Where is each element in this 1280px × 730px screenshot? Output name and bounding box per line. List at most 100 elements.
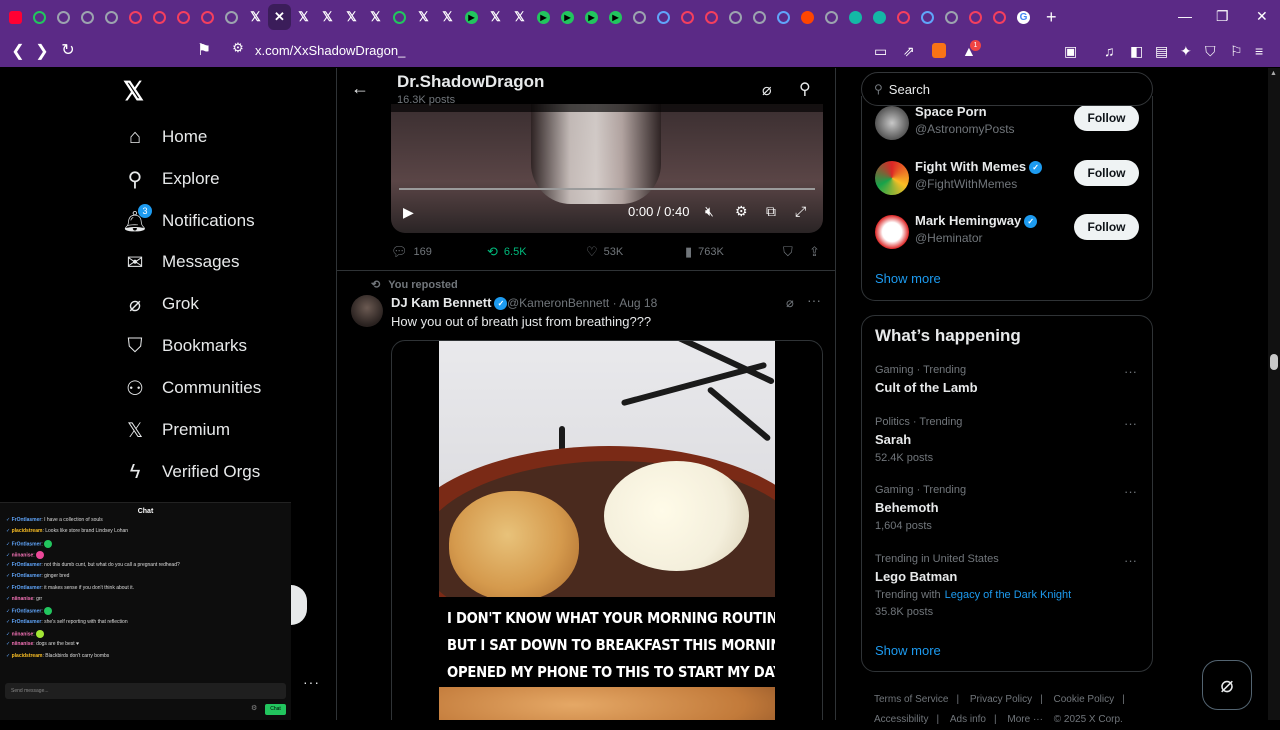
avatar[interactable] xyxy=(351,295,383,327)
scroll-up-arrow-icon[interactable]: ▲ xyxy=(1270,70,1277,77)
grok-floating-button[interactable]: ⌀ xyxy=(1202,660,1252,710)
maximize-button[interactable]: ❐ xyxy=(1216,8,1229,25)
search-box[interactable]: ⚲ xyxy=(861,72,1153,106)
browser-tab[interactable]: ▶ xyxy=(532,4,555,30)
browser-tab[interactable] xyxy=(628,4,651,30)
browser-tab[interactable]: ▶ xyxy=(580,4,603,30)
nav-premium[interactable]: 𝕏 Premium xyxy=(122,414,230,446)
profile-flag-icon[interactable]: ⚐ xyxy=(1230,43,1243,60)
follow-button[interactable]: Follow xyxy=(1074,160,1139,186)
extensions-icon[interactable]: ▣ xyxy=(1064,43,1077,60)
chat-input[interactable]: Send message... xyxy=(5,683,286,699)
browser-tab[interactable]: 𝕏 xyxy=(436,4,459,30)
trend-item[interactable]: Gaming · Trending Behemoth 1,604 posts ·… xyxy=(875,484,1145,532)
browser-tab[interactable] xyxy=(724,4,747,30)
browser-tab[interactable] xyxy=(28,4,51,30)
new-tab-button[interactable]: + xyxy=(1046,7,1057,28)
browser-tab[interactable] xyxy=(844,4,867,30)
trend-item[interactable]: Gaming · Trending Cult of the Lamb ··· xyxy=(875,364,1145,395)
post-button[interactable] xyxy=(291,585,307,625)
browser-tab[interactable] xyxy=(964,4,987,30)
media-icon[interactable]: ♫ xyxy=(1104,43,1115,59)
browser-tab[interactable] xyxy=(220,4,243,30)
show-more-link[interactable]: Show more xyxy=(875,643,941,658)
bookmark-button[interactable]: ⛉ xyxy=(783,244,799,260)
nav-grok[interactable]: ⌀ Grok xyxy=(122,288,199,320)
browser-tab[interactable] xyxy=(676,4,699,30)
close-window-button[interactable]: ✕ xyxy=(1256,8,1268,25)
nav-home[interactable]: ⌂ Home xyxy=(122,121,207,153)
browser-tab[interactable] xyxy=(52,4,75,30)
browser-tab[interactable]: 𝕏 xyxy=(364,4,387,30)
site-info-icon[interactable]: ⚙ xyxy=(226,40,250,56)
views-button[interactable]: ▮ 763K xyxy=(685,244,724,260)
like-button[interactable]: ♡ 53K xyxy=(586,244,623,260)
browser-tab[interactable] xyxy=(388,4,411,30)
more-icon[interactable]: ··· xyxy=(1124,553,1137,568)
browser-tab[interactable]: ▶ xyxy=(604,4,627,30)
browser-tab[interactable]: 𝕏 xyxy=(316,4,339,30)
browser-tab[interactable] xyxy=(796,4,819,30)
x-logo-icon[interactable]: 𝕏 xyxy=(123,76,144,107)
share-icon[interactable]: ⇗ xyxy=(903,43,915,60)
chat-username[interactable]: placidstream xyxy=(12,528,43,534)
nav-verified-orgs[interactable]: ϟ Verified Orgs xyxy=(122,456,261,488)
minimize-button[interactable]: — xyxy=(1178,8,1192,24)
footer-cookie-link[interactable]: Cookie Policy xyxy=(1054,694,1115,705)
browser-tab[interactable] xyxy=(196,4,219,30)
browser-tab[interactable] xyxy=(868,4,891,30)
browser-tab[interactable] xyxy=(148,4,171,30)
chat-username[interactable]: FrOntlasmer xyxy=(12,541,42,547)
nav-communities[interactable]: ⚇ Communities xyxy=(122,372,261,404)
browser-tab[interactable] xyxy=(820,4,843,30)
fullscreen-icon[interactable]: ⤢ xyxy=(795,203,806,220)
follow-row[interactable]: Mark Hemingway ✓ @Heminator Follow xyxy=(862,211,1152,251)
search-input[interactable] xyxy=(888,81,1129,97)
browser-tab[interactable] xyxy=(892,4,915,30)
browser-tab[interactable] xyxy=(652,4,675,30)
reply-button[interactable]: 💬︎ 169 xyxy=(391,244,432,260)
chat-username[interactable]: FrOntlasmer xyxy=(12,585,42,591)
browser-tab[interactable]: 𝕏 xyxy=(508,4,531,30)
repost-button[interactable]: ⟲ 6.5K xyxy=(487,244,527,260)
footer-terms-link[interactable]: Terms of Service xyxy=(874,694,948,705)
wallet-icon[interactable]: ▤ xyxy=(1155,43,1168,60)
bookmark-page-icon[interactable]: ⚑ xyxy=(192,40,216,60)
play-icon[interactable]: ▶ xyxy=(403,204,414,221)
browser-tab[interactable]: ▶ xyxy=(556,4,579,30)
browser-tab[interactable]: 𝕏 xyxy=(292,4,315,30)
url-field[interactable]: x.com/XxShadowDragon_ xyxy=(255,43,405,58)
trend-item[interactable]: Trending in United States Lego Batman Tr… xyxy=(875,553,1145,618)
forward-icon[interactable]: ❯ xyxy=(30,41,54,61)
trend-item[interactable]: Politics · Trending Sarah 52.4K posts ··… xyxy=(875,416,1145,464)
browser-tab[interactable] xyxy=(916,4,939,30)
more-icon[interactable]: ··· xyxy=(807,292,821,308)
browser-tab[interactable] xyxy=(940,4,963,30)
browser-tab[interactable]: 𝕏 xyxy=(340,4,363,30)
browser-tab[interactable] xyxy=(772,4,795,30)
browser-tab[interactable] xyxy=(988,4,1011,30)
account-more-icon[interactable]: ··· xyxy=(303,674,320,690)
settings-icon[interactable]: ⚙ xyxy=(735,203,748,220)
browser-tab[interactable] xyxy=(172,4,195,30)
follow-row[interactable]: Space Porn @AstronomyPosts Follow xyxy=(862,102,1152,142)
chat-username[interactable]: FrOntlasmer xyxy=(12,609,42,615)
chat-username[interactable]: FrOntlasmer xyxy=(12,562,42,568)
nav-explore[interactable]: ⚲ Explore xyxy=(122,163,220,195)
share-button[interactable]: ⇪ xyxy=(809,244,826,260)
sidebar-icon[interactable]: ◧ xyxy=(1130,43,1143,60)
browser-tab[interactable] xyxy=(124,4,147,30)
follow-row[interactable]: Fight With Memes ✓ @FightWithMemes Follow xyxy=(862,157,1152,197)
footer-privacy-link[interactable]: Privacy Policy xyxy=(970,694,1032,705)
menu-icon[interactable]: ≡ xyxy=(1255,43,1263,59)
chat-username[interactable]: placidstream xyxy=(12,653,43,659)
close-tab-icon[interactable]: ✕ xyxy=(273,9,286,24)
more-icon[interactable]: ··· xyxy=(1124,416,1137,431)
post-media[interactable]: I DON'T KNOW WHAT YOUR MORNING ROUTINE I… xyxy=(391,340,823,720)
leo-ai-icon[interactable]: ✦ xyxy=(1180,43,1192,60)
chat-username[interactable]: FrOntlasmer xyxy=(12,573,42,579)
reload-icon[interactable]: ↻ xyxy=(56,40,80,60)
picture-in-picture-icon[interactable]: ⧉ xyxy=(766,203,776,220)
author-handle[interactable]: @KameronBennett · Aug 18 xyxy=(507,296,657,310)
browser-tab[interactable]: 𝕏 xyxy=(412,4,435,30)
